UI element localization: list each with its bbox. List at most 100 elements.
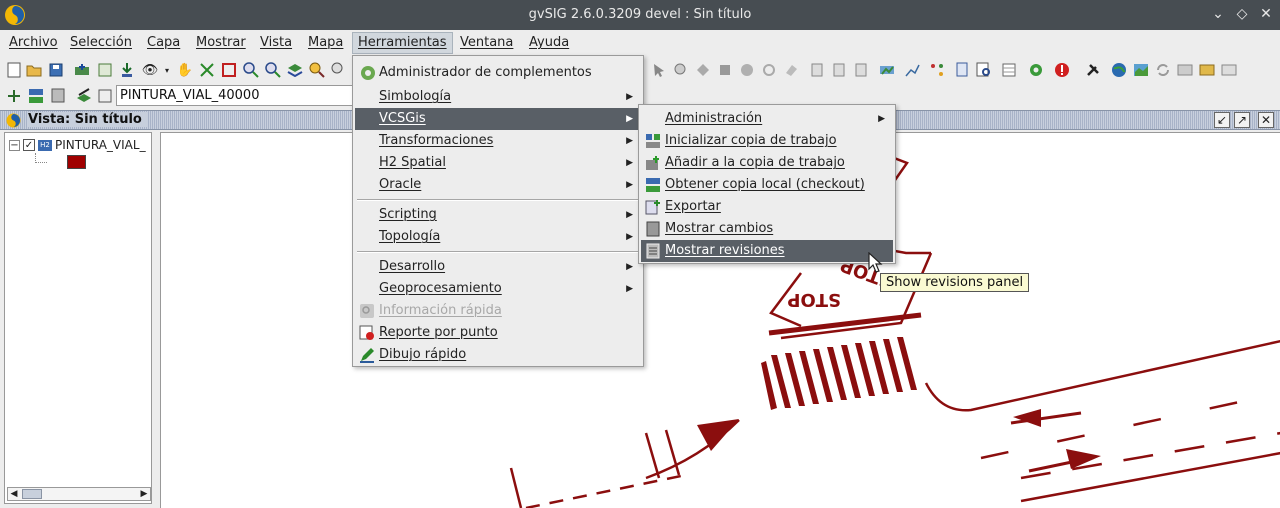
restore-icon[interactable]: ↙ <box>1214 112 1230 128</box>
zoom-out-icon[interactable] <box>264 61 282 79</box>
error-icon[interactable] <box>1053 61 1071 79</box>
changes-icon <box>645 221 661 237</box>
zoom-previous-icon[interactable] <box>330 61 348 79</box>
image-edit-icon[interactable] <box>1198 61 1216 79</box>
tree-connector <box>35 153 47 163</box>
settings-gear-icon[interactable] <box>1027 61 1045 79</box>
new-icon[interactable] <box>5 61 23 79</box>
select-pointer-icon[interactable] <box>650 61 668 79</box>
menu-capa[interactable]: Capa <box>142 32 185 54</box>
collapse-icon[interactable]: − <box>9 139 20 151</box>
menu-item-h2-spatial[interactable]: H2 Spatial ▶ <box>355 152 641 174</box>
database-icon[interactable] <box>49 87 67 105</box>
zoom-in-icon[interactable] <box>242 61 260 79</box>
menu-ayuda[interactable]: Ayuda <box>524 32 574 54</box>
menu-item-mostrar-revisiones[interactable]: Mostrar revisiones <box>641 240 893 262</box>
chevron-down-icon[interactable]: ▾ <box>158 61 176 79</box>
horizontal-scrollbar[interactable]: ◀ ▶ <box>7 487 151 501</box>
maximize-view-icon[interactable]: ↗ <box>1234 112 1250 128</box>
server-icon[interactable] <box>27 87 45 105</box>
close-view-icon[interactable]: ✕ <box>1258 112 1274 128</box>
save-icon[interactable] <box>47 61 65 79</box>
triangle-marking <box>697 419 739 451</box>
view-title: Vista: Sin título <box>28 112 148 127</box>
screen-icon[interactable] <box>1176 61 1194 79</box>
road-curve <box>924 339 1280 412</box>
doc-move-icon[interactable] <box>830 61 848 79</box>
menu-item-vcsgis[interactable]: VCSGis ▶ <box>355 108 641 130</box>
rotate-icon[interactable] <box>760 61 778 79</box>
menu-item-desarrollo[interactable]: Desarrollo ▶ <box>355 256 641 278</box>
menu-item-administrador-complementos[interactable]: Administrador de complementos <box>355 60 641 86</box>
map-icon[interactable] <box>1132 61 1150 79</box>
doc-copy-icon[interactable] <box>808 61 826 79</box>
layers-icon[interactable] <box>286 61 304 79</box>
menu-archivo[interactable]: Archivo <box>4 32 63 54</box>
maximize-icon[interactable]: ◇ <box>1234 6 1250 22</box>
image-icon[interactable] <box>1220 61 1238 79</box>
pan-hand-icon[interactable]: ✋ <box>176 61 194 79</box>
revisions-icon <box>645 243 661 259</box>
tools-icon[interactable] <box>1084 61 1102 79</box>
report-point-icon <box>359 325 375 341</box>
nodes-icon[interactable] <box>928 61 946 79</box>
menu-mapa[interactable]: Mapa <box>303 32 348 54</box>
menu-item-geoprocesamiento[interactable]: Geoprocesamiento ▶ <box>355 278 641 300</box>
menu-mostrar[interactable]: Mostrar <box>191 32 251 54</box>
magnify-doc-icon[interactable] <box>975 61 993 79</box>
eraser-icon[interactable] <box>782 61 800 79</box>
menu-ventana[interactable]: Ventana <box>455 32 518 54</box>
select-zoom-icon[interactable] <box>672 61 690 79</box>
snap-icon[interactable] <box>694 61 712 79</box>
zoom-layer-icon[interactable] <box>308 61 326 79</box>
minimize-icon[interactable]: ⌄ <box>1210 6 1226 22</box>
menu-item-topologia[interactable]: Topología ▶ <box>355 226 641 248</box>
menu-herramientas[interactable]: Herramientas <box>352 32 453 54</box>
layer-visibility-checkbox[interactable]: ✓ <box>23 139 35 151</box>
mouse-cursor-icon <box>868 252 883 273</box>
layer-name[interactable]: PINTURA_VIAL_ <box>55 138 146 152</box>
visibility-icon[interactable]: 👁 <box>141 61 159 79</box>
legend-symbol[interactable] <box>67 155 86 169</box>
scroll-thumb[interactable] <box>22 489 42 499</box>
menu-item-inicializar-copia[interactable]: Inicializar copia de trabajo <box>641 130 893 152</box>
open-folder-icon[interactable] <box>25 61 43 79</box>
close-icon[interactable]: ✕ <box>1258 6 1274 22</box>
menu-separator <box>357 251 639 253</box>
menu-item-scripting[interactable]: Scripting ▶ <box>355 204 641 226</box>
menu-seleccion[interactable]: Selección <box>65 32 137 54</box>
arrow-marking-2 <box>1028 449 1101 473</box>
add-layer-icon[interactable] <box>73 61 91 79</box>
zoom-select-icon[interactable] <box>220 61 238 79</box>
add-point-icon[interactable] <box>5 87 23 105</box>
docs-search-icon[interactable] <box>954 61 972 79</box>
menu-item-reporte-por-punto[interactable]: Reporte por punto <box>355 322 641 344</box>
menu-item-anadir-copia[interactable]: Añadir a la copia de trabajo <box>641 152 893 174</box>
doc-print-icon[interactable] <box>852 61 870 79</box>
scroll-left-icon[interactable]: ◀ <box>8 488 20 500</box>
table-add-icon[interactable] <box>96 61 114 79</box>
menu-item-exportar[interactable]: Exportar <box>641 196 893 218</box>
table-icon[interactable] <box>1000 61 1018 79</box>
layer-row[interactable]: − ✓ H2 PINTURA_VIAL_ <box>9 137 146 153</box>
layers-edit-icon[interactable] <box>75 87 93 105</box>
menu-item-dibujo-rapido[interactable]: Dibujo rápido <box>355 344 641 366</box>
menu-item-simbologia[interactable]: Simbología ▶ <box>355 86 641 108</box>
menu-item-mostrar-cambios[interactable]: Mostrar cambios <box>641 218 893 240</box>
menu-item-oracle[interactable]: Oracle ▶ <box>355 174 641 196</box>
scale-input[interactable] <box>116 85 354 106</box>
menu-vista[interactable]: Vista <box>255 32 297 54</box>
menu-item-administracion[interactable]: Administración ▶ <box>641 108 893 130</box>
sync-icon[interactable] <box>1154 61 1172 79</box>
scroll-right-icon[interactable]: ▶ <box>138 488 150 500</box>
data-source-icon[interactable] <box>878 61 896 79</box>
menu-item-transformaciones[interactable]: Transformaciones ▶ <box>355 130 641 152</box>
menu-item-obtener-copia[interactable]: Obtener copia local (checkout) <box>641 174 893 196</box>
zoom-full-icon[interactable] <box>198 61 216 79</box>
globe-gray-icon[interactable] <box>738 61 756 79</box>
graph-icon[interactable] <box>903 61 921 79</box>
export-icon[interactable] <box>118 61 136 79</box>
edit-tool-icon[interactable] <box>716 61 734 79</box>
globe-icon[interactable] <box>1110 61 1128 79</box>
scale-edit-icon[interactable] <box>96 87 114 105</box>
